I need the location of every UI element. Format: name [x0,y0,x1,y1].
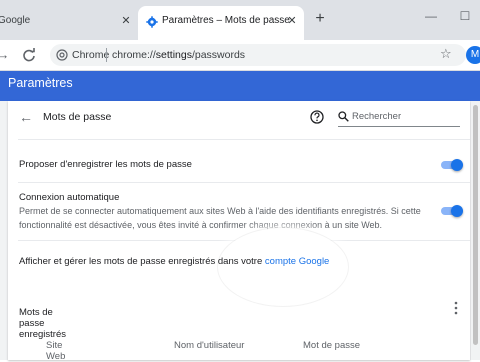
url-prefix: chrome:// [112,49,156,61]
new-tab-button[interactable]: + [312,11,328,27]
address-bar[interactable]: Chrome chrome://settings/passwords [50,44,466,66]
column-header-password: Mot de passe [303,340,361,351]
forward-icon[interactable]: → [0,46,12,64]
chrome-icon [56,49,68,61]
passwords-card: ← Mots de passe Proposer d'enregistrer l… [8,101,470,360]
url-text: chrome://settings/passwords [112,49,245,61]
highlight-spotlight [218,228,348,306]
tab-google[interactable]: Google ✕ [0,6,136,36]
column-header-site: Site Web [46,340,66,362]
search-field[interactable] [338,108,460,127]
divider [18,139,470,140]
maximize-icon[interactable]: ☐ [458,9,472,23]
saved-passwords-title: Mots de passe enregistrés [19,307,66,340]
close-icon[interactable]: ✕ [286,15,298,27]
scrollbar[interactable] [471,101,480,360]
toggle-knob [451,159,463,171]
tab-strip: Google ✕ Paramètres – Mots de passe ✕ + … [0,0,480,40]
tab-settings-title: Paramètres – Mots de passe [162,15,290,26]
search-icon [338,111,349,122]
more-options-icon[interactable] [452,301,460,315]
close-icon[interactable]: ✕ [120,15,132,27]
auto-signin-label: Connexion automatique [19,192,120,203]
site-label: Chrome [72,49,110,61]
help-icon[interactable] [310,110,324,124]
omnibox-separator [106,48,107,62]
settings-header: Paramètres [0,71,480,101]
settings-gear-icon [146,16,158,28]
divider [18,182,470,183]
tab-settings-passwords[interactable]: Paramètres – Mots de passe ✕ [138,6,304,40]
search-input[interactable] [352,109,456,123]
manage-passwords-text: Afficher et gérer les mots de passe enre… [19,256,329,267]
minimize-icon[interactable]: — [424,9,438,23]
back-arrow-icon[interactable]: ← [19,110,33,124]
browser-toolbar: → Chrome chrome://settings/passwords [0,40,480,71]
scrollbar-thumb[interactable] [473,105,478,345]
tab-google-title: Google [0,15,31,26]
profile-avatar[interactable]: M [466,46,480,64]
offer-to-save-label: Proposer d'enregistrer les mots de passe [19,159,192,170]
column-header-username: Nom d'utilisateur [174,340,245,351]
manage-text: Afficher et gérer les mots de passe enre… [19,256,265,267]
page-title: Mots de passe [43,111,112,123]
settings-title: Paramètres [8,76,73,90]
url-path: /passwords [191,49,246,61]
reload-icon[interactable] [20,46,38,64]
offer-to-save-toggle[interactable] [441,159,463,171]
auto-signin-description: Permet de se connecter automatiquement a… [19,206,421,230]
auto-signin-toggle[interactable] [441,205,463,217]
google-account-link[interactable]: compte Google [265,256,329,267]
url-host: settings [155,49,192,61]
toggle-knob [451,205,463,217]
bookmark-star-icon[interactable]: ☆ [440,46,452,62]
